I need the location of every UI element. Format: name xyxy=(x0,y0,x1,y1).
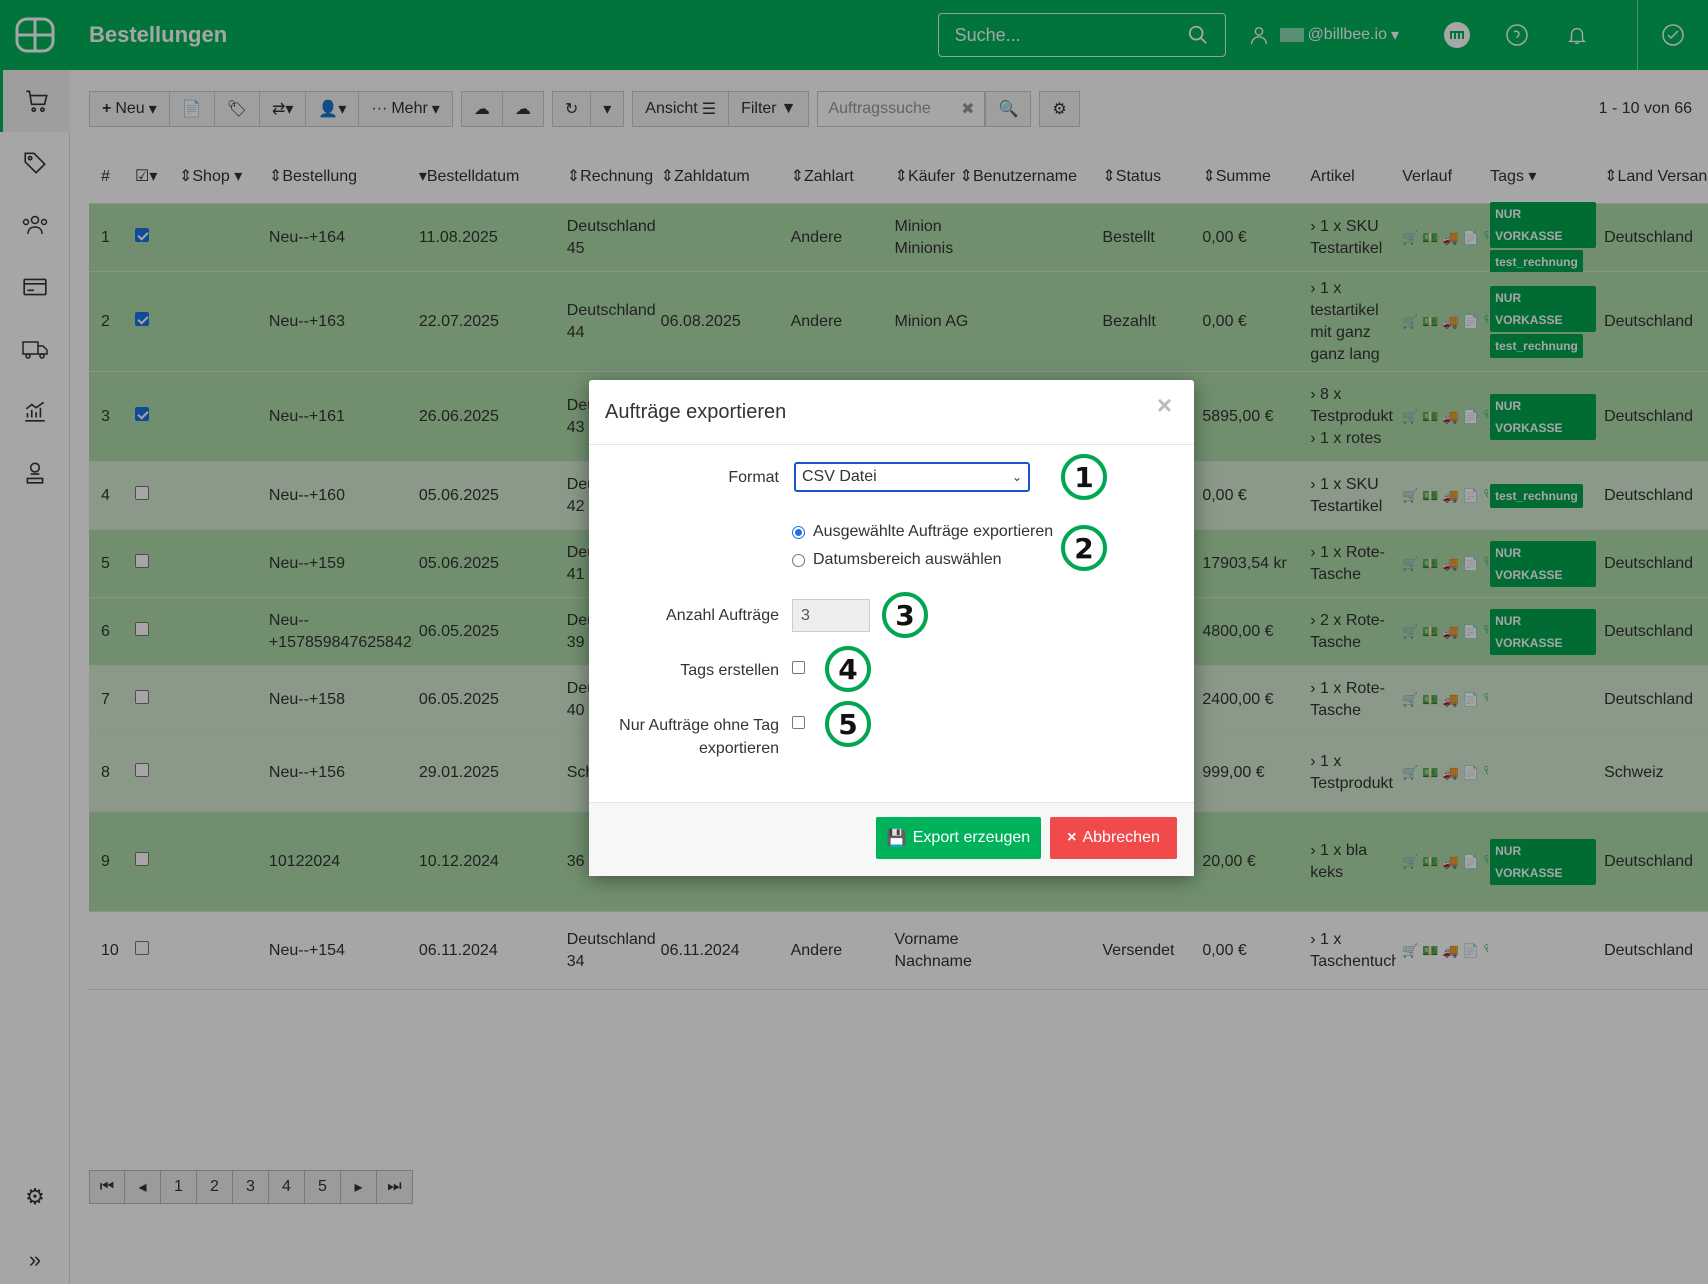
chevron-down-icon: ⌄ xyxy=(1011,470,1022,484)
dialog-title: Aufträge exportieren xyxy=(605,400,787,423)
untagged-only-checkbox[interactable] xyxy=(792,716,805,729)
radio-selected-orders[interactable]: Ausgewählte Aufträge exportieren xyxy=(792,523,1053,541)
radio-date-range-input[interactable] xyxy=(792,553,805,567)
dialog-footer: 💾 Export erzeugen × Abbrechen xyxy=(589,802,1194,876)
export-orders-dialog: Aufträge exportieren × Format CSV Datei ⌄… xyxy=(589,380,1194,876)
format-label: Format xyxy=(728,469,779,486)
radio-date-range-label: Datumsbereich auswählen xyxy=(813,551,1002,568)
step-badge-1: 1 xyxy=(1061,454,1107,500)
untagged-only-label: Nur Aufträge ohne Tag exportieren xyxy=(619,717,779,757)
create-tags-checkbox[interactable] xyxy=(792,661,805,674)
order-count-input: 3 xyxy=(792,599,870,632)
cancel-button[interactable]: × Abbrechen xyxy=(1050,817,1177,859)
step-badge-5: 5 xyxy=(825,701,871,747)
format-select[interactable]: CSV Datei ⌄ xyxy=(794,462,1030,492)
order-count-label: Anzahl Aufträge xyxy=(666,607,779,624)
format-select-value: CSV Datei xyxy=(802,468,877,485)
close-icon: × xyxy=(1067,829,1077,846)
cancel-button-label: Abbrechen xyxy=(1082,829,1160,846)
app-root: + Neu ▾ 📄 🏷 ⇄▾ 👤▾ ··· Mehr ▾ ☁ ☁ ↻ ▾ Ansicht… xyxy=(0,0,1708,1284)
radio-selected-orders-input[interactable] xyxy=(792,525,805,539)
radio-date-range[interactable]: Datumsbereich auswählen xyxy=(792,551,1002,569)
close-icon[interactable]: × xyxy=(1157,390,1172,421)
export-button[interactable]: 💾 Export erzeugen xyxy=(876,817,1041,859)
create-tags-label: Tags erstellen xyxy=(680,662,779,679)
radio-selected-orders-label: Ausgewählte Aufträge exportieren xyxy=(813,523,1054,540)
save-icon: 💾 xyxy=(886,830,907,847)
step-badge-2: 2 xyxy=(1061,525,1107,571)
export-button-label: Export erzeugen xyxy=(912,829,1031,846)
dialog-header: Aufträge exportieren × xyxy=(589,380,1194,445)
step-badge-3: 3 xyxy=(882,592,928,638)
step-badge-4: 4 xyxy=(825,646,871,692)
